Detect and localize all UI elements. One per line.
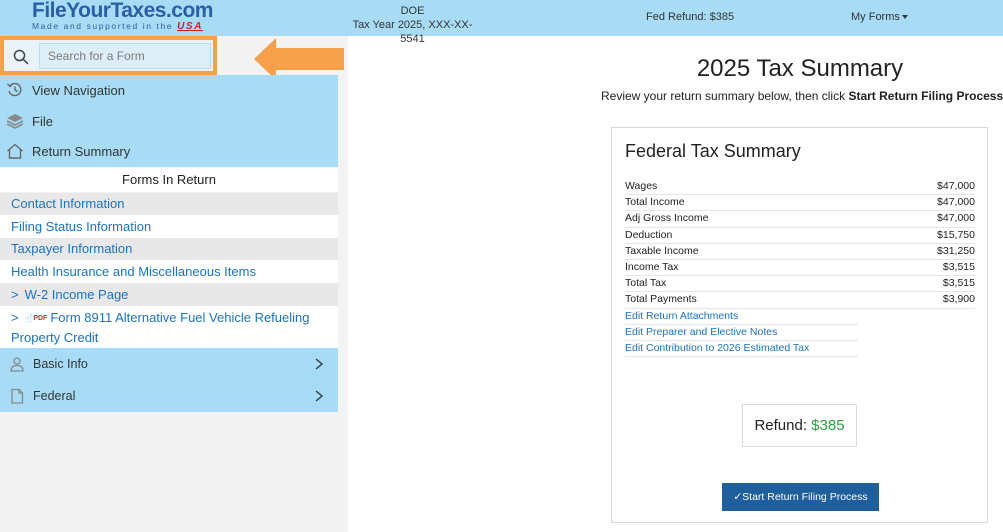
chevron-right-icon: > bbox=[11, 287, 19, 302]
form-link-w2-income[interactable]: > W-2 Income Page bbox=[0, 283, 338, 306]
sidebar-groups: Basic Info Federal bbox=[0, 348, 338, 412]
edit-estimated-tax-link[interactable]: Edit Contribution to 2026 Estimated Tax bbox=[625, 341, 858, 358]
search-icon[interactable] bbox=[12, 48, 30, 66]
history-icon bbox=[7, 82, 22, 97]
summary-label: Adj Gross Income bbox=[625, 212, 709, 225]
form-link-label: Health Insurance and Miscellaneous Items bbox=[11, 264, 256, 279]
sidebar-item-label: View Navigation bbox=[32, 82, 125, 98]
form-link-label: Form 8911 Alternative Fuel Vehicle Refue… bbox=[11, 310, 310, 345]
logo[interactable]: FileYourTaxes.com Made and supported in … bbox=[32, 0, 213, 32]
form-link-contact-information[interactable]: Contact Information bbox=[0, 193, 338, 215]
page-subtitle-bold: Start Return Filing Process bbox=[848, 89, 1003, 103]
page-subtitle-text: Review your return summary below, then c… bbox=[601, 89, 849, 103]
pdf-icon: 📄PDF bbox=[24, 315, 48, 322]
edit-preparer-notes-link[interactable]: Edit Preparer and Elective Notes bbox=[625, 325, 858, 342]
summary-value: $47,000 bbox=[937, 212, 975, 225]
top-bar: FileYourTaxes.com Made and supported in … bbox=[0, 0, 1003, 45]
my-forms-label: My Forms bbox=[851, 11, 900, 23]
caret-down-icon bbox=[901, 15, 908, 20]
sidebar-item-return-summary[interactable]: Return Summary bbox=[0, 136, 338, 166]
taxpayer-header: DOE Tax Year 2025, XXX-XX-5541 bbox=[345, 4, 480, 46]
search-box bbox=[0, 36, 217, 75]
chevron-right-icon: > bbox=[11, 310, 19, 325]
summary-table: Wages $47,000 Total Income $47,000 Adj Gro… bbox=[625, 179, 975, 309]
logo-text: FileYourTaxes.com bbox=[32, 0, 213, 22]
summary-value: $47,000 bbox=[937, 180, 975, 192]
card-title: Federal Tax Summary bbox=[625, 141, 801, 161]
summary-value: $3,515 bbox=[942, 260, 975, 273]
form-link-filing-status[interactable]: Filing Status Information bbox=[0, 215, 338, 238]
refund-label: Refund: bbox=[754, 417, 812, 434]
search-input[interactable] bbox=[39, 43, 211, 69]
summary-value: $3,515 bbox=[942, 277, 975, 290]
page-subtitle: Review your return summary below, then c… bbox=[601, 89, 1003, 103]
summary-row: Adj Gross Income $47,000 bbox=[625, 211, 975, 228]
form-link-label: W-2 Income Page bbox=[24, 287, 129, 302]
sidebar-group-basic-info[interactable]: Basic Info bbox=[0, 348, 338, 380]
taxpayer-info: Tax Year 2025, XXX-XX-5541 bbox=[352, 19, 473, 45]
summary-row: Total Income $47,000 bbox=[625, 195, 975, 212]
logo-tagline-text: Made and supported in the bbox=[32, 21, 174, 31]
sidebar-group-federal[interactable]: Federal bbox=[0, 380, 338, 412]
summary-label: Total Income bbox=[625, 196, 685, 209]
refund-amount: $385 bbox=[811, 417, 845, 434]
sidebar-group-label: Basic Info bbox=[33, 357, 88, 371]
summary-value: $31,250 bbox=[937, 244, 975, 257]
sidebar-item-view-navigation[interactable]: View Navigation bbox=[0, 75, 338, 105]
summary-value: $47,000 bbox=[937, 196, 975, 209]
chevron-right-icon bbox=[315, 358, 324, 370]
summary-label: Wages bbox=[625, 180, 658, 192]
sidebar-item-file[interactable]: File bbox=[0, 106, 338, 136]
summary-value: $3,900 bbox=[942, 293, 975, 306]
edit-return-attachments-link[interactable]: Edit Return Attachments bbox=[625, 309, 858, 326]
sidebar-item-label: Return Summary bbox=[32, 143, 131, 159]
taxpayer-name: DOE bbox=[400, 5, 425, 17]
page-title: 2025 Tax Summary bbox=[696, 55, 904, 82]
federal-tax-summary-card: Federal Tax Summary Wages $47,000 Total I… bbox=[611, 127, 988, 523]
summary-row: Total Payments $3,900 bbox=[625, 292, 975, 309]
form-link-label: Filing Status Information bbox=[11, 219, 152, 234]
form-link-health-insurance[interactable]: Health Insurance and Miscellaneous Items bbox=[0, 260, 338, 283]
layers-icon bbox=[6, 114, 24, 129]
sidebar-item-label: File bbox=[32, 113, 53, 129]
refund-box: Refund: $385 bbox=[742, 404, 857, 447]
sidebar-group-label: Federal bbox=[33, 389, 76, 403]
summary-label: Deduction bbox=[625, 228, 673, 241]
document-icon bbox=[11, 388, 24, 404]
forms-in-return-header: Forms In Return bbox=[0, 168, 338, 192]
summary-label: Total Tax bbox=[625, 277, 667, 290]
summary-label: Taxable Income bbox=[625, 244, 699, 257]
fed-refund-status: Fed Refund: $385 bbox=[646, 11, 735, 23]
my-forms-dropdown[interactable]: My Forms bbox=[851, 11, 908, 23]
form-link-form-8911[interactable]: > 📄PDF Form 8911 Alternative Fuel Vehicle … bbox=[0, 306, 338, 348]
form-link-label: Contact Information bbox=[11, 196, 125, 211]
summary-value: $15,750 bbox=[937, 228, 975, 241]
logo-tagline: Made and supported in the USA bbox=[32, 21, 213, 32]
logo-usa: USA bbox=[177, 21, 204, 32]
summary-row: Income Tax $3,515 bbox=[625, 260, 975, 277]
summary-label: Total Payments bbox=[625, 293, 697, 306]
summary-row: Deduction $15,750 bbox=[625, 228, 975, 244]
summary-label: Income Tax bbox=[625, 260, 679, 273]
summary-row: Taxable Income $31,250 bbox=[625, 244, 975, 260]
form-link-label: Taxpayer Information bbox=[11, 241, 133, 256]
form-link-taxpayer-information[interactable]: Taxpayer Information bbox=[0, 238, 338, 260]
home-icon bbox=[7, 143, 23, 159]
sidebar-menu: View Navigation File Return Summary bbox=[0, 75, 338, 167]
summary-row: Wages $47,000 bbox=[625, 179, 975, 196]
person-icon bbox=[10, 357, 24, 372]
start-return-filing-button[interactable]: ✓Start Return Filing Process bbox=[722, 483, 879, 511]
chevron-right-icon bbox=[315, 390, 324, 402]
summary-row: Total Tax $3,515 bbox=[625, 276, 975, 293]
